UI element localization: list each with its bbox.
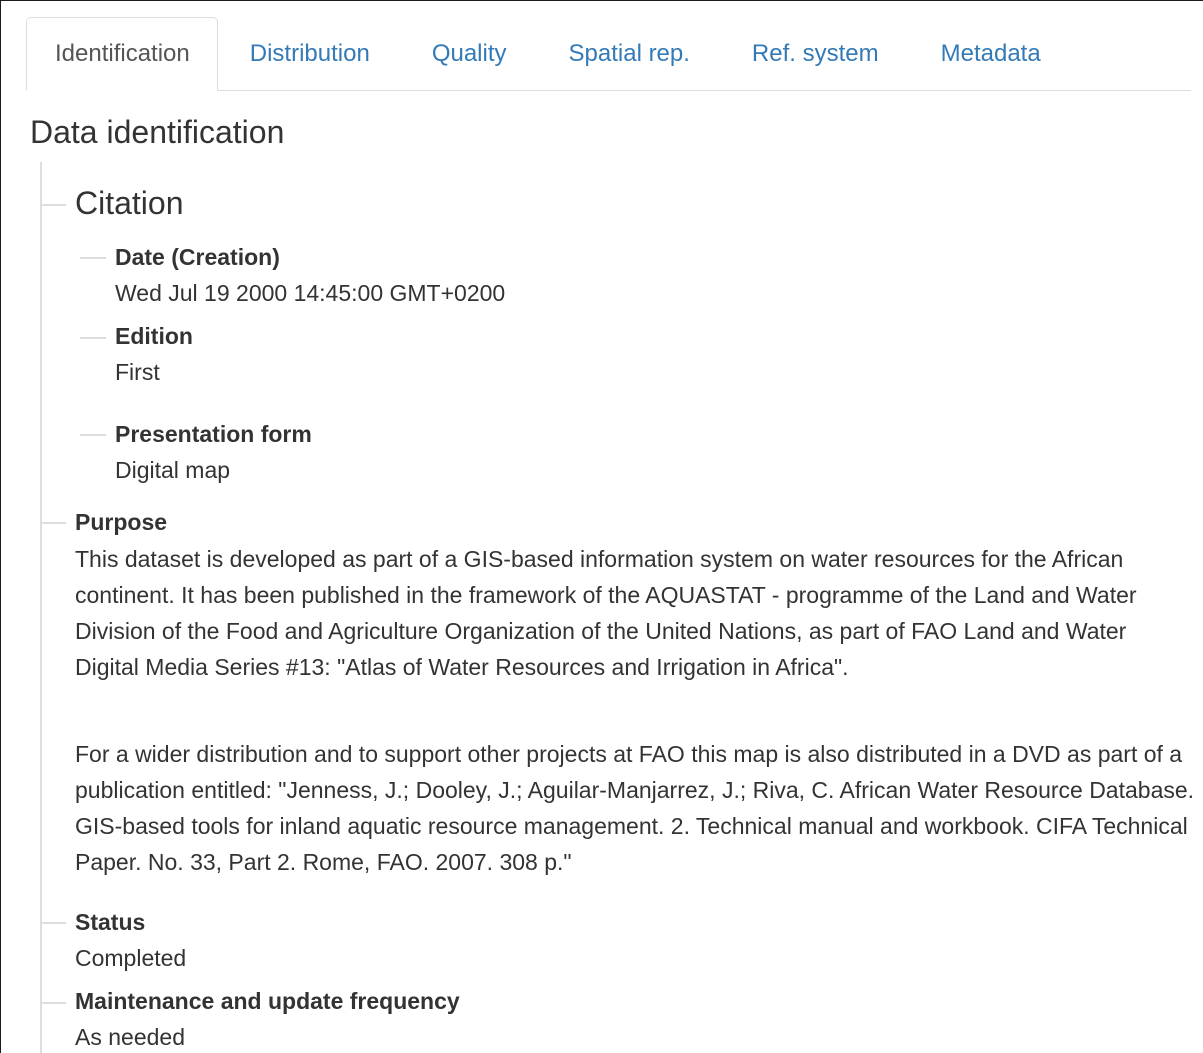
tree-connector-citation [40, 204, 66, 206]
presentation-form-label: Presentation form [115, 421, 312, 447]
tab-distribution[interactable]: Distribution [220, 17, 400, 90]
maintenance-value: As needed [75, 1024, 185, 1050]
status-label: Status [75, 909, 146, 935]
purpose-label: Purpose [75, 509, 168, 535]
tab-ref-system[interactable]: Ref. system [722, 17, 909, 90]
tab-identification[interactable]: Identification [26, 17, 218, 91]
tree-connector-purpose [40, 522, 66, 524]
edition-value: First [115, 359, 160, 385]
status-value: Completed [75, 945, 187, 971]
date-creation-label: Date (Creation) [115, 244, 280, 270]
maintenance-label: Maintenance and update frequency [75, 988, 460, 1014]
citation-title: Citation [75, 185, 184, 221]
page-title: Data identification [30, 114, 285, 150]
page-frame [0, 0, 1203, 1053]
edition-label: Edition [115, 323, 193, 349]
tree-line [40, 162, 42, 1053]
tab-spatial-rep[interactable]: Spatial rep. [539, 17, 720, 90]
purpose-paragraph-1: This dataset is developed as part of a G… [75, 546, 1137, 680]
tree-connector-status [40, 922, 66, 924]
presentation-form-value: Digital map [115, 457, 231, 483]
tab-quality[interactable]: Quality [402, 17, 537, 90]
tree-connector-edition [80, 337, 106, 339]
tree-connector-maintenance [40, 1002, 66, 1004]
tab-metadata[interactable]: Metadata [911, 17, 1071, 90]
tree-connector-presentation [80, 434, 106, 436]
tree-connector-date [80, 257, 106, 259]
tab-bar: Identification Distribution Quality Spat… [26, 17, 1191, 91]
purpose-paragraph-2: For a wider distribution and to support … [75, 741, 1195, 875]
date-creation-value: Wed Jul 19 2000 14:45:00 GMT+0200 [115, 280, 506, 306]
